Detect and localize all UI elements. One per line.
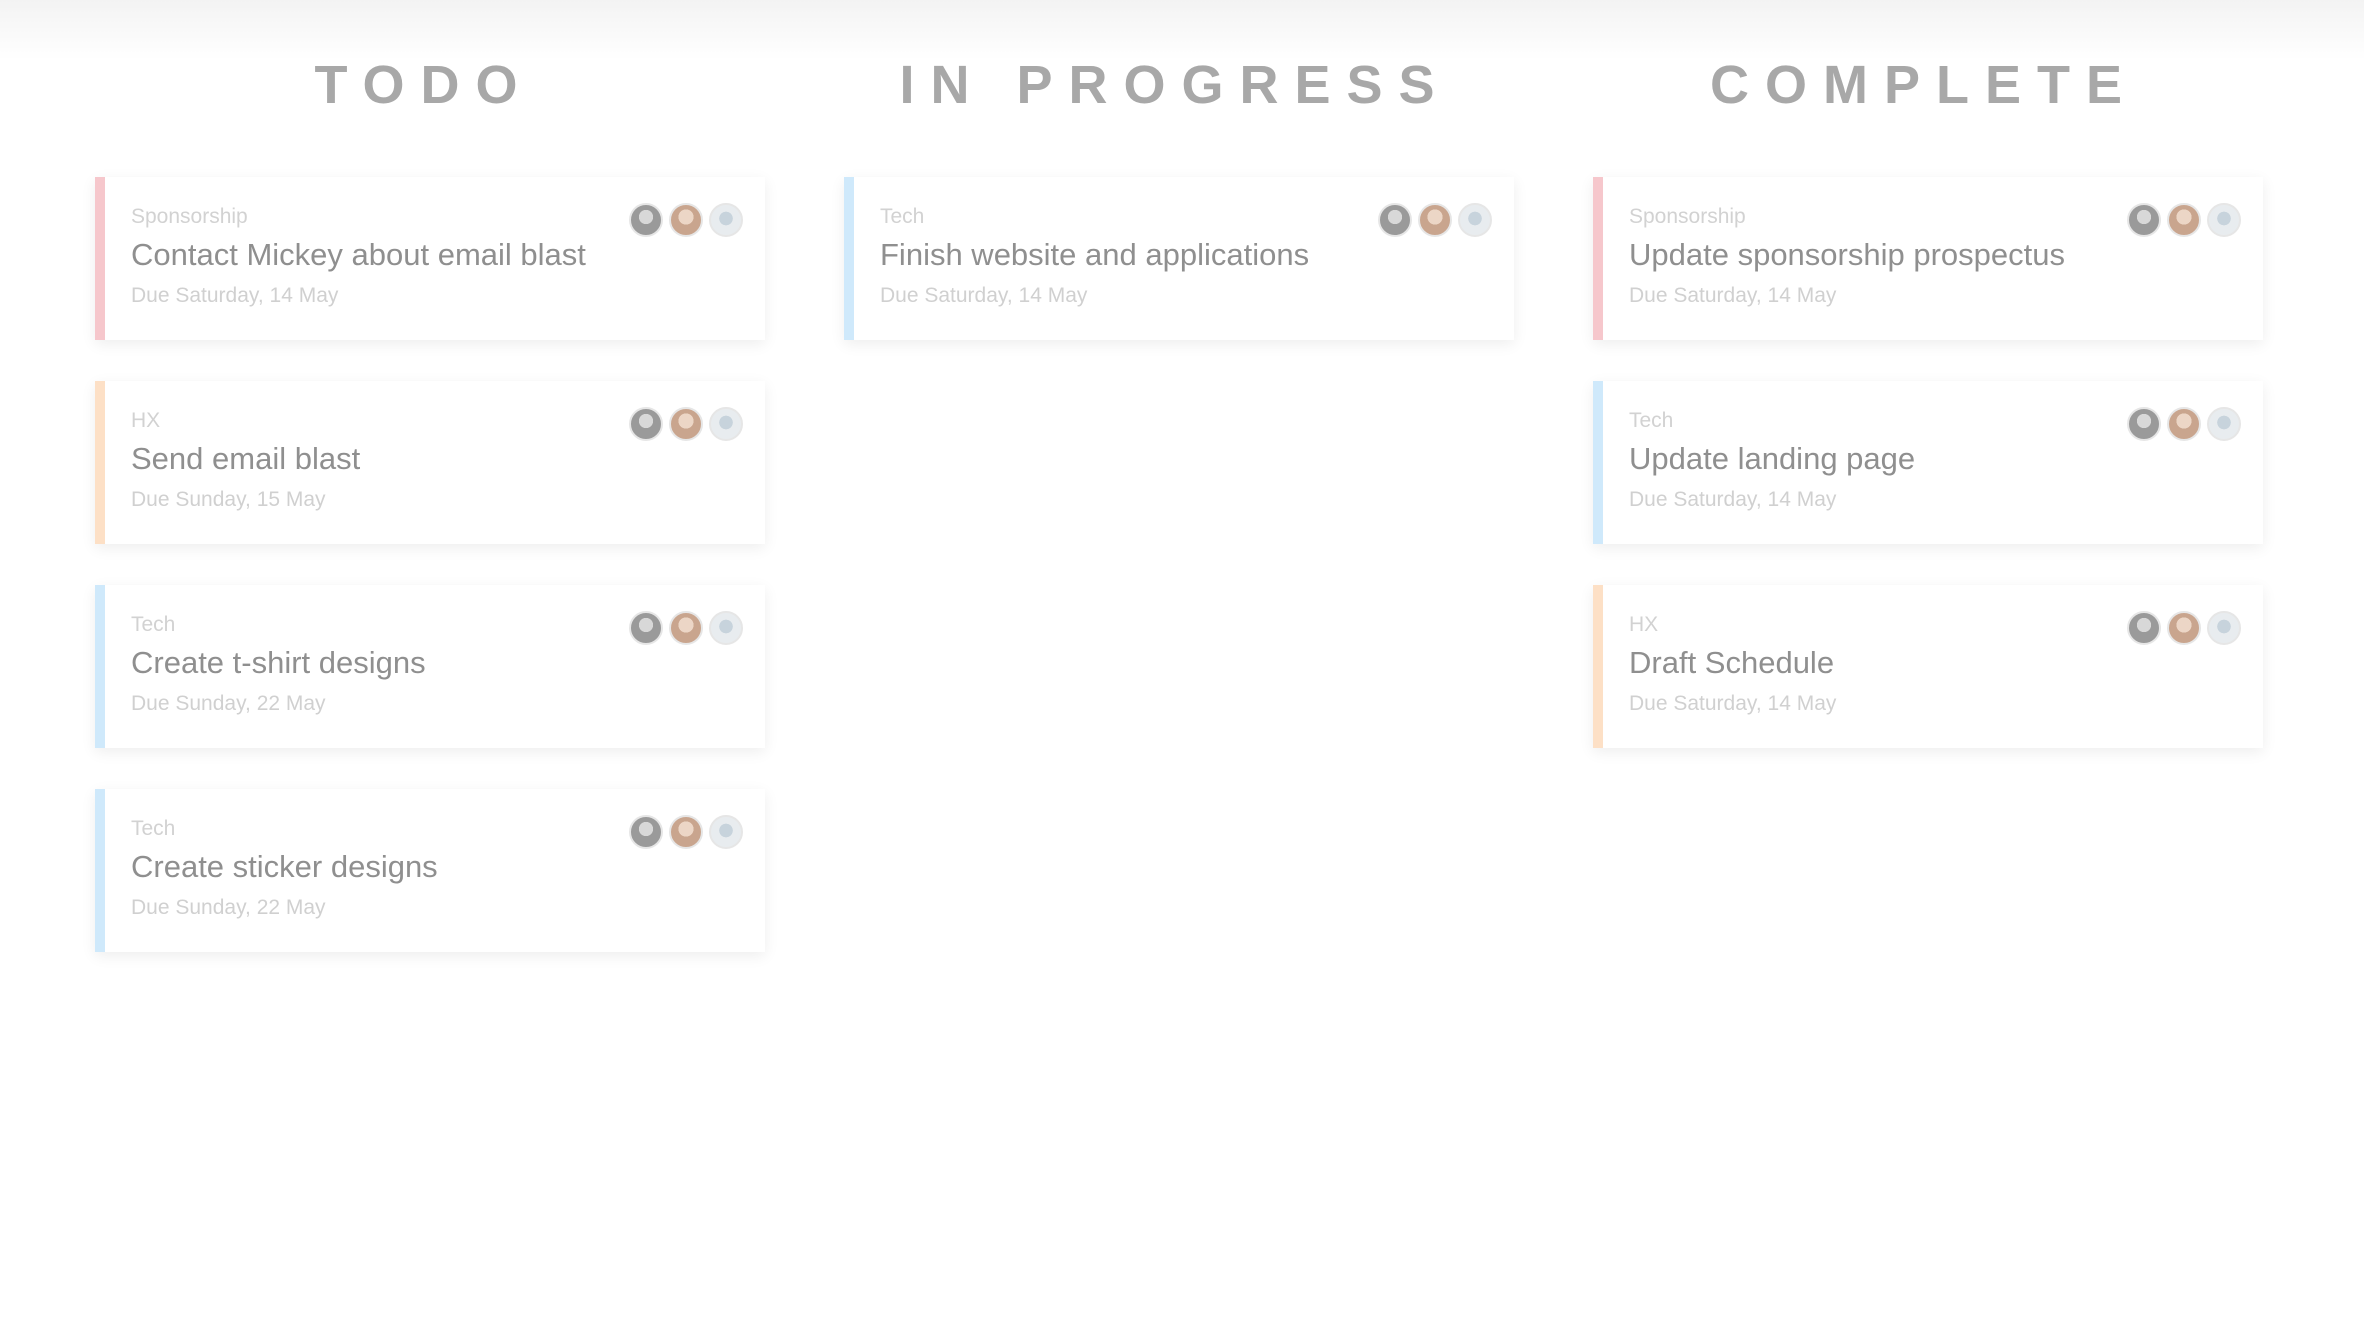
card-due-date: Due Sunday, 22 May	[131, 896, 326, 919]
card-due-date: Due Saturday, 14 May	[131, 284, 339, 307]
avatar-icon[interactable]	[2167, 407, 2201, 441]
avatar-icon[interactable]	[629, 407, 663, 441]
assignee-avatars	[2127, 407, 2241, 441]
card-title: Send email blast	[131, 441, 361, 476]
card-title: Create t-shirt designs	[131, 645, 426, 680]
avatar-icon[interactable]	[629, 611, 663, 645]
card-title: Update sponsorship prospectus	[1629, 237, 2065, 272]
avatar-icon[interactable]	[2207, 611, 2241, 645]
category-color-bar	[95, 585, 105, 748]
task-card[interactable]: Sponsorship Update sponsorship prospectus…	[1593, 177, 2263, 340]
avatar-icon[interactable]	[2167, 611, 2201, 645]
assignee-avatars	[629, 815, 743, 849]
assignee-avatars	[2127, 611, 2241, 645]
avatar-icon[interactable]	[1378, 203, 1412, 237]
avatar-icon[interactable]	[709, 815, 743, 849]
category-color-bar	[1593, 585, 1603, 748]
card-category: Sponsorship	[131, 205, 248, 228]
avatar-icon[interactable]	[1458, 203, 1492, 237]
avatar-icon[interactable]	[669, 407, 703, 441]
avatar-icon[interactable]	[629, 815, 663, 849]
task-card[interactable]: Sponsorship Contact Mickey about email bl…	[95, 177, 765, 340]
card-due-date: Due Saturday, 14 May	[880, 284, 1088, 307]
card-title: Draft Schedule	[1629, 645, 1835, 680]
task-card[interactable]: Tech Finish website and applications Due S…	[844, 177, 1514, 340]
card-due-date: Due Saturday, 14 May	[1629, 284, 1837, 307]
task-card[interactable]: Tech Create t-shirt designs Due Sunday, 22…	[95, 585, 765, 748]
assignee-avatars	[629, 203, 743, 237]
avatar-icon[interactable]	[2127, 611, 2161, 645]
card-title: Update landing page	[1629, 441, 1916, 476]
task-card[interactable]: Tech Update landing page Due Saturday, 14 …	[1593, 381, 2263, 544]
avatar-icon[interactable]	[1418, 203, 1452, 237]
task-card[interactable]: HX Draft Schedule Due Saturday, 14 May	[1593, 585, 2263, 748]
category-color-bar	[95, 381, 105, 544]
avatar-icon[interactable]	[629, 203, 663, 237]
avatar-icon[interactable]	[669, 203, 703, 237]
card-title: Create sticker designs	[131, 849, 438, 884]
avatar-icon[interactable]	[2207, 407, 2241, 441]
column-title-in-progress: IN PROGRESS	[899, 55, 1451, 115]
column-title-todo: TODO	[314, 55, 534, 115]
assignee-avatars	[629, 407, 743, 441]
card-title: Contact Mickey about email blast	[131, 237, 586, 272]
card-category: Tech	[1629, 409, 1674, 432]
task-card[interactable]: Tech Create sticker designs Due Sunday, 22…	[95, 789, 765, 952]
category-color-bar	[1593, 177, 1603, 340]
avatar-icon[interactable]	[709, 203, 743, 237]
assignee-avatars	[1378, 203, 1492, 237]
avatar-icon[interactable]	[2167, 203, 2201, 237]
column-complete: Sponsorship Update sponsorship prospectus…	[1593, 177, 2263, 789]
column-in-progress: Tech Finish website and applications Due S…	[844, 177, 1514, 381]
avatar-icon[interactable]	[709, 407, 743, 441]
card-category: HX	[1629, 613, 1659, 636]
column-todo: Sponsorship Contact Mickey about email bl…	[95, 177, 765, 993]
avatar-icon[interactable]	[2207, 203, 2241, 237]
card-category: Tech	[880, 205, 925, 228]
card-category: HX	[131, 409, 161, 432]
card-category: Tech	[131, 613, 176, 636]
category-color-bar	[844, 177, 854, 340]
card-category: Tech	[131, 817, 176, 840]
column-title-complete: COMPLETE	[1709, 55, 2138, 115]
task-card[interactable]: HX Send email blast Due Sunday, 15 May	[95, 381, 765, 544]
avatar-icon[interactable]	[669, 611, 703, 645]
category-color-bar	[95, 789, 105, 952]
card-category: Sponsorship	[1629, 205, 1746, 228]
card-due-date: Due Saturday, 14 May	[1629, 488, 1837, 511]
avatar-icon[interactable]	[709, 611, 743, 645]
card-due-date: Due Sunday, 22 May	[131, 692, 326, 715]
card-due-date: Due Sunday, 15 May	[131, 488, 326, 511]
assignee-avatars	[629, 611, 743, 645]
category-color-bar	[1593, 381, 1603, 544]
category-color-bar	[95, 177, 105, 340]
avatar-icon[interactable]	[2127, 407, 2161, 441]
assignee-avatars	[2127, 203, 2241, 237]
avatar-icon[interactable]	[2127, 203, 2161, 237]
avatar-icon[interactable]	[669, 815, 703, 849]
card-due-date: Due Saturday, 14 May	[1629, 692, 1837, 715]
card-title: Finish website and applications	[880, 237, 1310, 272]
